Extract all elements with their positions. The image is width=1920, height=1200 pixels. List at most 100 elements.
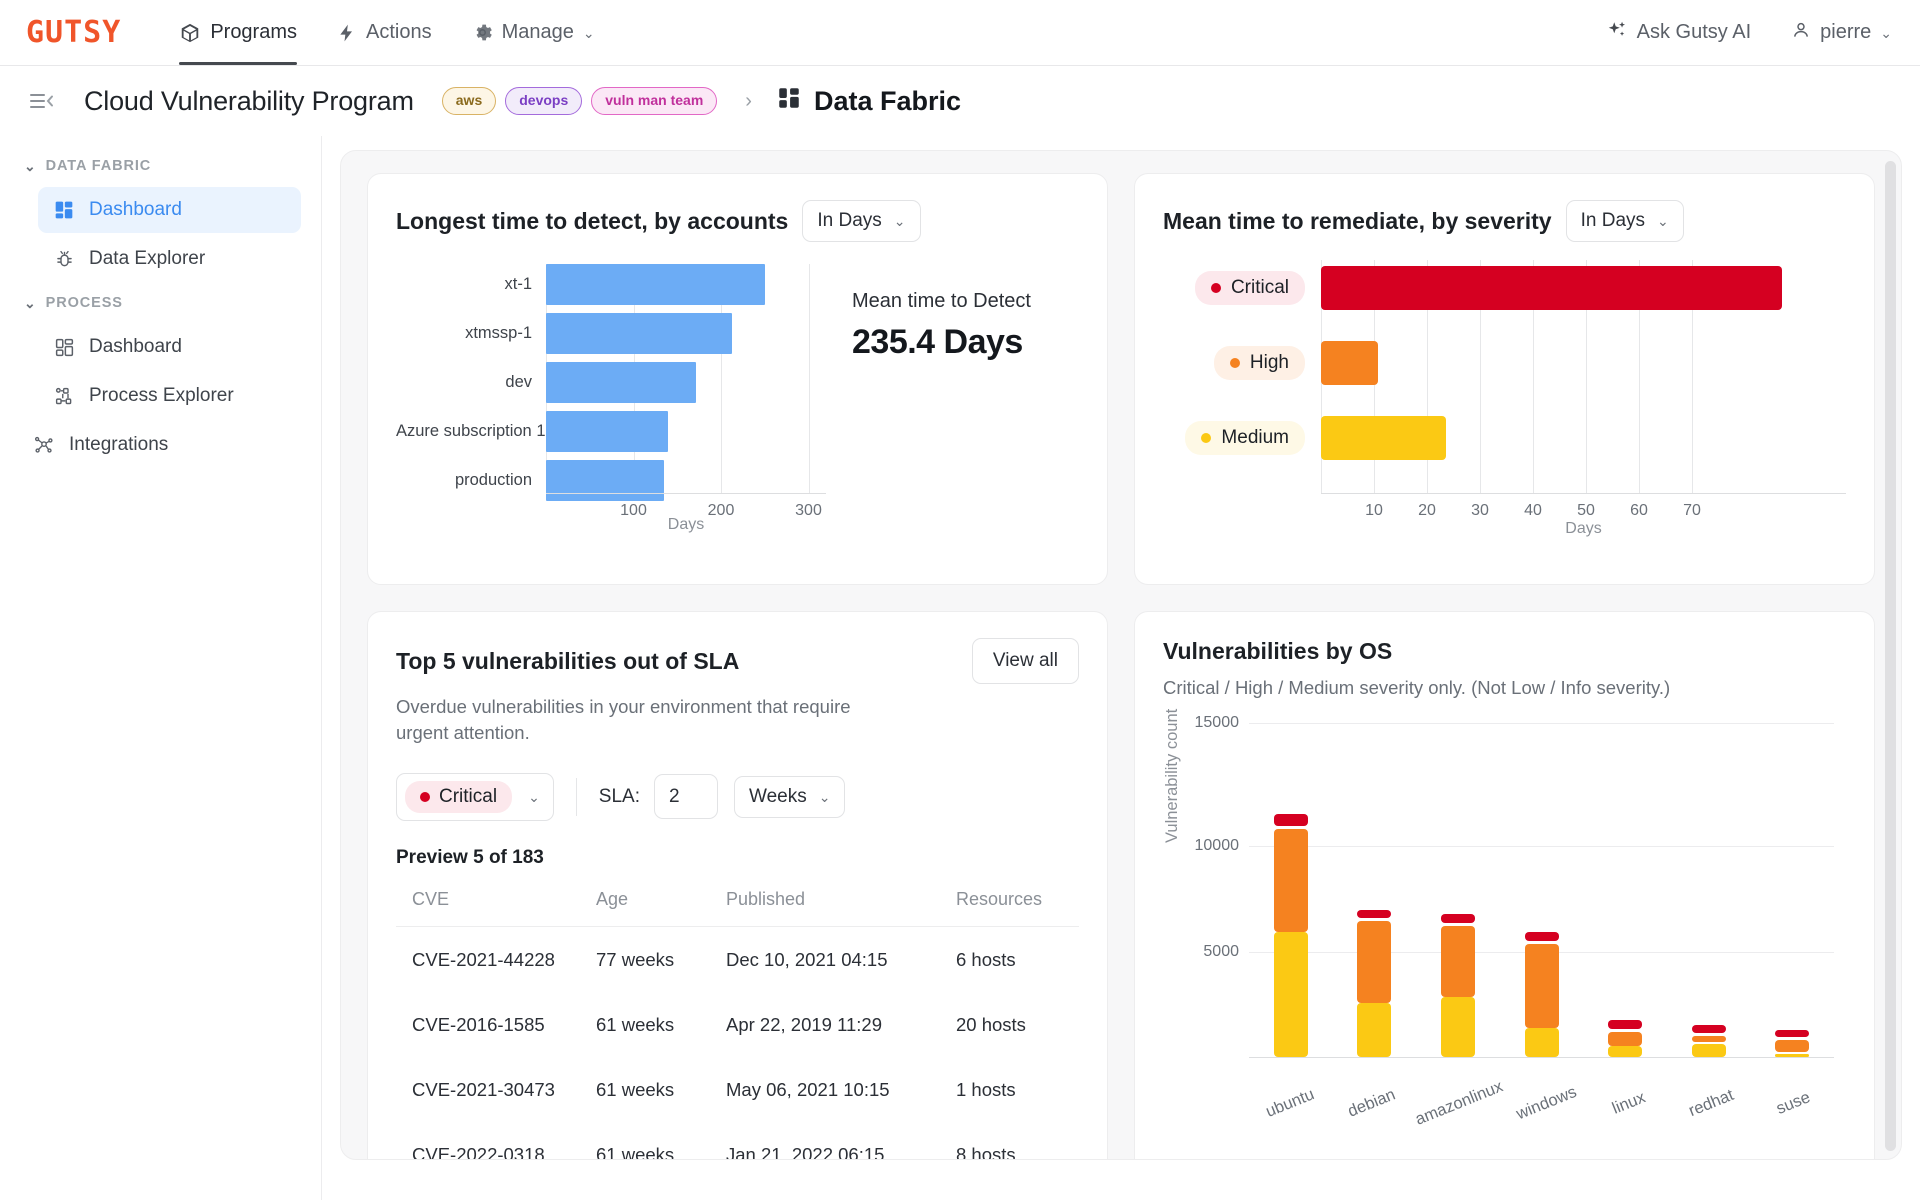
x-label: redhat <box>1685 1086 1736 1121</box>
layout-icon <box>52 337 76 358</box>
cell-resources: 1 hosts <box>956 1078 1016 1100</box>
nav-item-manage[interactable]: Manage ⌄ <box>452 0 615 65</box>
segment-medium <box>1691 1044 1726 1058</box>
tag-devops[interactable]: devops <box>505 87 583 115</box>
column-header-published[interactable]: Published <box>726 888 956 927</box>
vertical-scrollbar[interactable] <box>1885 161 1896 1151</box>
bar-row: dev <box>396 362 826 403</box>
tag-aws[interactable]: aws <box>441 87 497 115</box>
segment-medium <box>1775 1054 1810 1058</box>
user-menu-button[interactable]: pierre ⌄ <box>1791 20 1892 46</box>
card-title: Top 5 vulnerabilities out of SLA <box>396 647 740 674</box>
table-row[interactable]: CVE-2021-30473 61 weeks May 06, 2021 10:… <box>396 1057 1079 1122</box>
sla-unit-select[interactable]: Weeks ⌄ <box>734 775 846 818</box>
bar-column-redhat[interactable] <box>1667 723 1751 1058</box>
bar-column-amazonlinux[interactable] <box>1416 723 1500 1058</box>
bar-column-linux[interactable] <box>1583 723 1667 1058</box>
y-tick: 15000 <box>1194 714 1240 732</box>
bar-fill <box>1321 266 1782 310</box>
bar-row: production <box>396 460 826 501</box>
severity-label: High <box>1249 352 1289 373</box>
segment-high <box>1524 944 1559 1028</box>
top-navigation-bar: GUTSY Programs Actions Manage ⌄ Ask Guts… <box>0 0 1920 66</box>
segment-medium <box>1357 1002 1392 1058</box>
x-tick: 60 <box>1630 502 1648 519</box>
nav-item-manage-label: Manage <box>501 21 574 43</box>
sidebar-item-label: Process Explorer <box>89 385 234 406</box>
ask-gutsy-ai-label: Ask Gutsy AI <box>1636 21 1752 43</box>
segment-medium <box>1524 1027 1559 1058</box>
cell-resources: 6 hosts <box>956 948 1016 970</box>
segment-high <box>1691 1036 1726 1043</box>
sidebar-item-data-fabric-dashboard[interactable]: Dashboard <box>38 187 301 233</box>
table-row[interactable]: CVE-2021-44228 77 weeks Dec 10, 2021 04:… <box>396 926 1079 992</box>
sla-value-input[interactable] <box>654 774 718 820</box>
severity-pill-high: High <box>1213 346 1305 380</box>
remediate-bars: Critical High Medium <box>1163 266 1846 491</box>
sidebar-item-process-dashboard[interactable]: Dashboard <box>38 324 301 370</box>
integrations-icon <box>32 434 56 456</box>
collapse-sidebar-icon[interactable] <box>24 86 58 116</box>
gutsy-logo[interactable]: GUTSY <box>26 17 121 48</box>
table-row[interactable]: CVE-2022-0318 61 weeks Jan 21, 2022 06:1… <box>396 1122 1079 1160</box>
card-mean-time-to-remediate: Mean time to remediate, by severity In D… <box>1134 173 1875 585</box>
bar-column-suse[interactable] <box>1750 723 1834 1058</box>
bar-column-debian[interactable] <box>1333 723 1417 1058</box>
view-all-button[interactable]: View all <box>971 638 1079 684</box>
column-header-cve[interactable]: CVE <box>396 888 596 927</box>
bar-label: dev <box>505 373 532 391</box>
nav-item-actions[interactable]: Actions <box>317 0 452 65</box>
tag-vuln-man-team[interactable]: vuln man team <box>591 87 718 115</box>
table-row[interactable]: CVE-2016-1585 61 weeks Apr 22, 2019 11:2… <box>396 992 1079 1057</box>
sidebar-item-integrations[interactable]: Integrations <box>22 422 301 468</box>
cell-age: 61 weeks <box>596 1013 675 1035</box>
vulnerabilities-table: CVE Age Published Resources CVE-2021-442… <box>396 888 1079 1160</box>
sidebar-item-label: Data Explorer <box>89 248 206 269</box>
y-tick: 10000 <box>1194 836 1240 854</box>
severity-chip-critical: Critical <box>405 780 513 813</box>
sidebar-item-data-explorer[interactable]: Data Explorer <box>38 236 301 282</box>
remediate-unit-select[interactable]: In Days ⌄ <box>1565 200 1684 242</box>
x-tick: 30 <box>1471 502 1489 519</box>
os-plot-area: 15000 10000 5000 <box>1195 714 1834 1059</box>
segment-high <box>1273 828 1308 933</box>
chevron-down-icon: ⌄ <box>24 158 37 174</box>
chevron-down-icon: ⌄ <box>893 213 906 229</box>
cell-cve: CVE-2022-0318 <box>412 1143 545 1160</box>
severity-dot-icon <box>1201 433 1212 443</box>
column-header-resources[interactable]: Resources <box>956 888 1079 927</box>
sidebar-group-data-fabric[interactable]: ⌄ DATA FABRIC <box>22 148 301 184</box>
sidebar-item-process-explorer[interactable]: Process Explorer <box>38 373 301 419</box>
bar-fill <box>546 313 732 354</box>
segment-high <box>1775 1039 1810 1053</box>
card-header: Vulnerabilities by OS <box>1163 638 1846 665</box>
user-icon <box>1791 20 1811 46</box>
detect-bar-chart: xt-1 xtmssp-1 dev Azure subscription 1 p… <box>396 264 1079 534</box>
bar-label: production <box>454 471 532 489</box>
program-title: Cloud Vulnerability Program <box>84 85 414 116</box>
severity-filter-value: Critical <box>439 785 498 807</box>
nav-item-actions-label: Actions <box>366 21 432 43</box>
segment-medium <box>1608 1046 1643 1058</box>
segment-medium <box>1273 932 1308 1058</box>
dashboard-grid: Longest time to detect, by accounts In D… <box>367 173 1875 1160</box>
sidebar-item-label: Integrations <box>69 434 169 455</box>
ask-gutsy-ai-button[interactable]: Ask Gutsy AI <box>1606 19 1751 47</box>
cell-published: May 06, 2021 10:15 <box>726 1078 890 1100</box>
detect-unit-select[interactable]: In Days ⌄ <box>802 200 921 242</box>
severity-filter-select[interactable]: Critical ⌄ <box>396 772 554 821</box>
x-tick: 10 <box>1365 502 1383 519</box>
segment-high <box>1440 925 1475 998</box>
bar-column-ubuntu[interactable] <box>1249 723 1333 1058</box>
cell-age: 61 weeks <box>596 1078 675 1100</box>
dashboard-canvas: Longest time to detect, by accounts In D… <box>340 150 1902 1160</box>
sidebar-group-process[interactable]: ⌄ PROCESS <box>22 285 301 321</box>
severity-label: Medium <box>1221 427 1289 448</box>
nav-item-programs[interactable]: Programs <box>159 0 317 65</box>
column-header-age[interactable]: Age <box>596 888 726 927</box>
kpi-value: 235.4 Days <box>852 323 1023 361</box>
breadcrumb-leaf: Data Fabric <box>776 85 961 118</box>
os-y-axis-label: Vulnerability count <box>1163 709 1181 844</box>
bar-label: Azure subscription 1 <box>396 422 546 440</box>
bar-column-windows[interactable] <box>1500 723 1584 1058</box>
